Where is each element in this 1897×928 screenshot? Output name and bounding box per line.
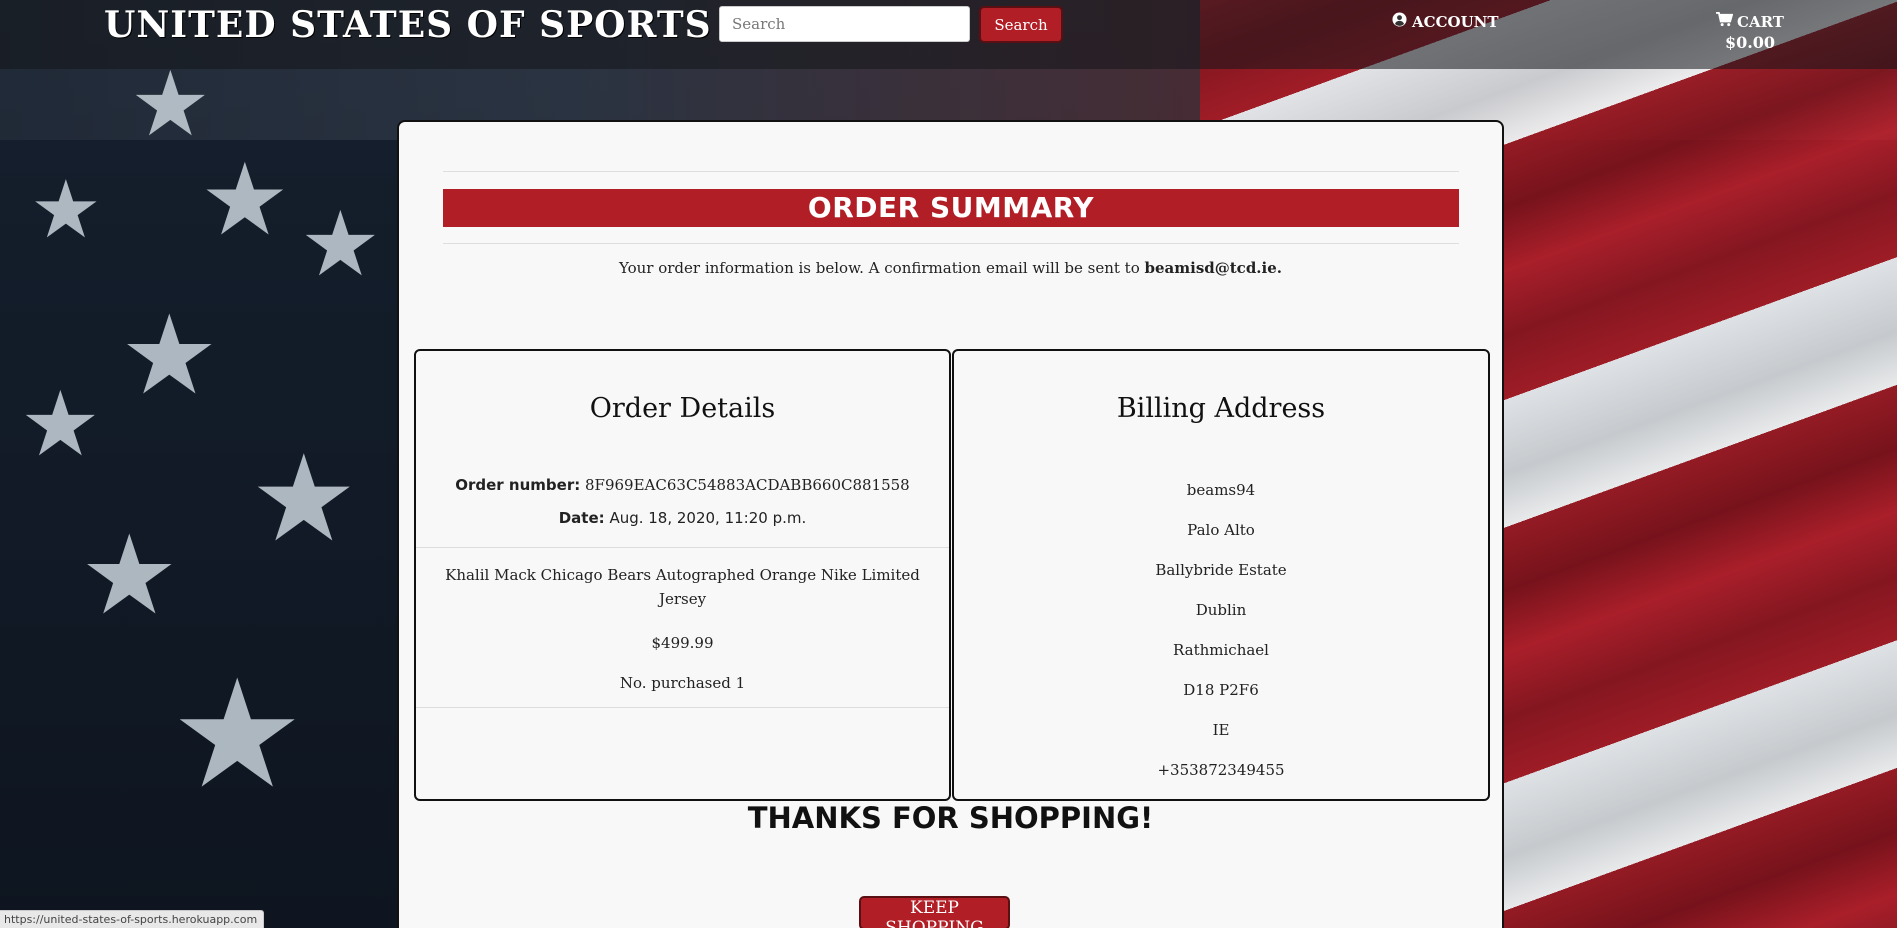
- confirmation-text: Your order information is below. A confi…: [618, 259, 1145, 277]
- confirmation-message: Your order information is below. A confi…: [399, 259, 1502, 277]
- divider: [416, 547, 949, 548]
- order-summary-card: ORDER SUMMARY Your order information is …: [397, 120, 1504, 928]
- thanks-heading: THANKS FOR SHOPPING!: [747, 801, 1154, 835]
- star-icon: ★: [20, 372, 101, 477]
- item-quantity: No. purchased 1: [619, 674, 746, 692]
- status-bar-url: https://united-states-of-sports.herokuap…: [0, 910, 265, 928]
- search-button[interactable]: Search: [979, 6, 1063, 43]
- order-date-value: Aug. 18, 2020, 11:20 p.m.: [609, 509, 807, 527]
- confirmation-email: beamisd@tcd.ie.: [1144, 259, 1283, 277]
- order-number: Order number: 8F969EAC63C54883ACDABB660C…: [416, 476, 949, 494]
- divider: [443, 243, 1459, 244]
- billing-address-line: Rathmichael: [1173, 641, 1269, 659]
- divider: [416, 707, 949, 708]
- billing-address-line: Palo Alto: [1187, 521, 1255, 539]
- keep-shopping-button[interactable]: KEEP SHOPPING: [859, 896, 1010, 928]
- order-summary-heading: ORDER SUMMARY: [443, 189, 1459, 227]
- billing-address-lines: beams94 Palo Alto Ballybride Estate Dubl…: [954, 480, 1488, 800]
- order-number-value: 8F969EAC63C54883ACDABB660C881558: [585, 476, 910, 494]
- order-date-label: Date:: [558, 509, 605, 527]
- star-icon: ★: [200, 141, 290, 258]
- item-name: Khalil Mack Chicago Bears Autographed Or…: [445, 566, 920, 608]
- star-icon: ★: [120, 291, 219, 419]
- billing-address-line: Dublin: [1195, 601, 1247, 619]
- user-circle-icon: [1392, 12, 1407, 31]
- star-icon: ★: [250, 430, 358, 569]
- billing-address-line: beams94: [1186, 481, 1256, 499]
- star-icon: ★: [80, 511, 179, 639]
- site-logo[interactable]: UNITED STATES OF SPORTS: [104, 4, 712, 46]
- star-icon: ★: [130, 52, 211, 157]
- order-details-title: Order Details: [589, 393, 776, 424]
- divider: [443, 171, 1459, 172]
- billing-address-panel: Billing Address beams94 Palo Alto Ballyb…: [952, 349, 1490, 801]
- billing-address-line: +353872349455: [1157, 761, 1285, 779]
- star-icon: ★: [300, 192, 381, 297]
- cart-label: CART: [1737, 12, 1784, 31]
- cart-link[interactable]: CART $0.00: [1716, 12, 1784, 52]
- billing-address-title: Billing Address: [1116, 393, 1326, 424]
- billing-address-line: D18 P2F6: [1183, 681, 1259, 699]
- account-link[interactable]: ACCOUNT: [1392, 12, 1499, 31]
- billing-address-line: Ballybride Estate: [1155, 561, 1287, 579]
- star-icon: ★: [170, 648, 305, 822]
- account-label: ACCOUNT: [1412, 12, 1499, 31]
- shopping-cart-icon: [1716, 12, 1734, 31]
- search-input[interactable]: [719, 6, 970, 42]
- cart-total: $0.00: [1724, 33, 1776, 52]
- order-number-label: Order number:: [455, 476, 581, 494]
- billing-address-line: IE: [1212, 721, 1230, 739]
- navbar: UNITED STATES OF SPORTS Search ACCOUNT C…: [0, 0, 1897, 69]
- item-price: $499.99: [651, 634, 714, 652]
- order-details-panel: Order Details Order number: 8F969EAC63C5…: [414, 349, 951, 801]
- star-icon: ★: [30, 163, 102, 256]
- order-date: Date: Aug. 18, 2020, 11:20 p.m.: [416, 509, 949, 527]
